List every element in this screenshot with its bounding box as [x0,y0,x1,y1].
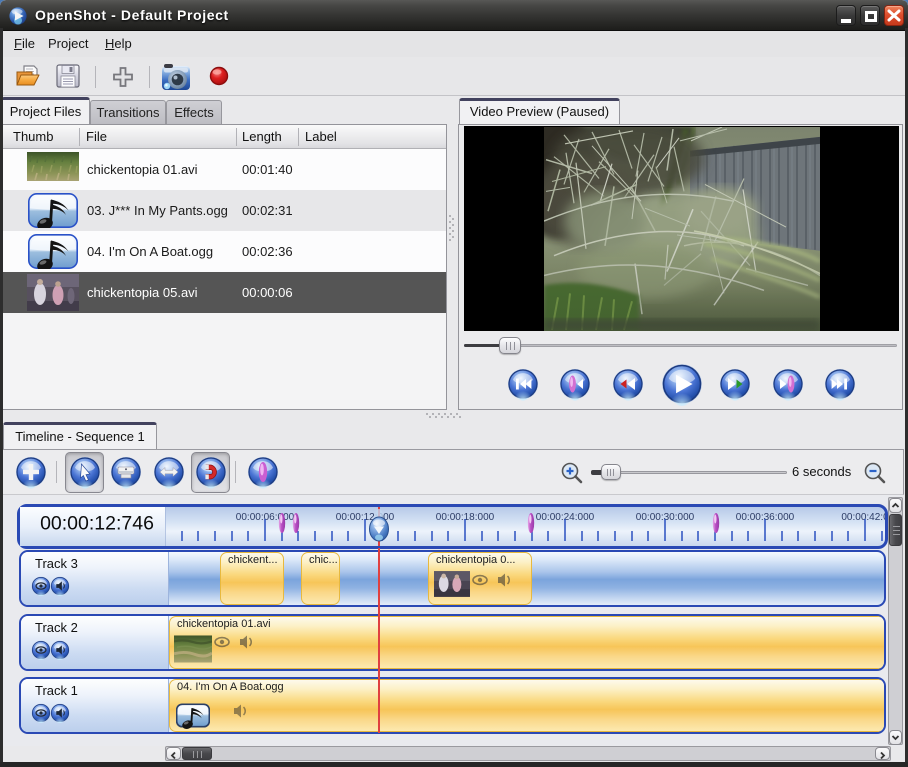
svg-text:00:00:42:0: 00:00:42:0 [841,512,885,523]
svg-text:00:00:12:746: 00:00:12:746 [40,513,154,535]
